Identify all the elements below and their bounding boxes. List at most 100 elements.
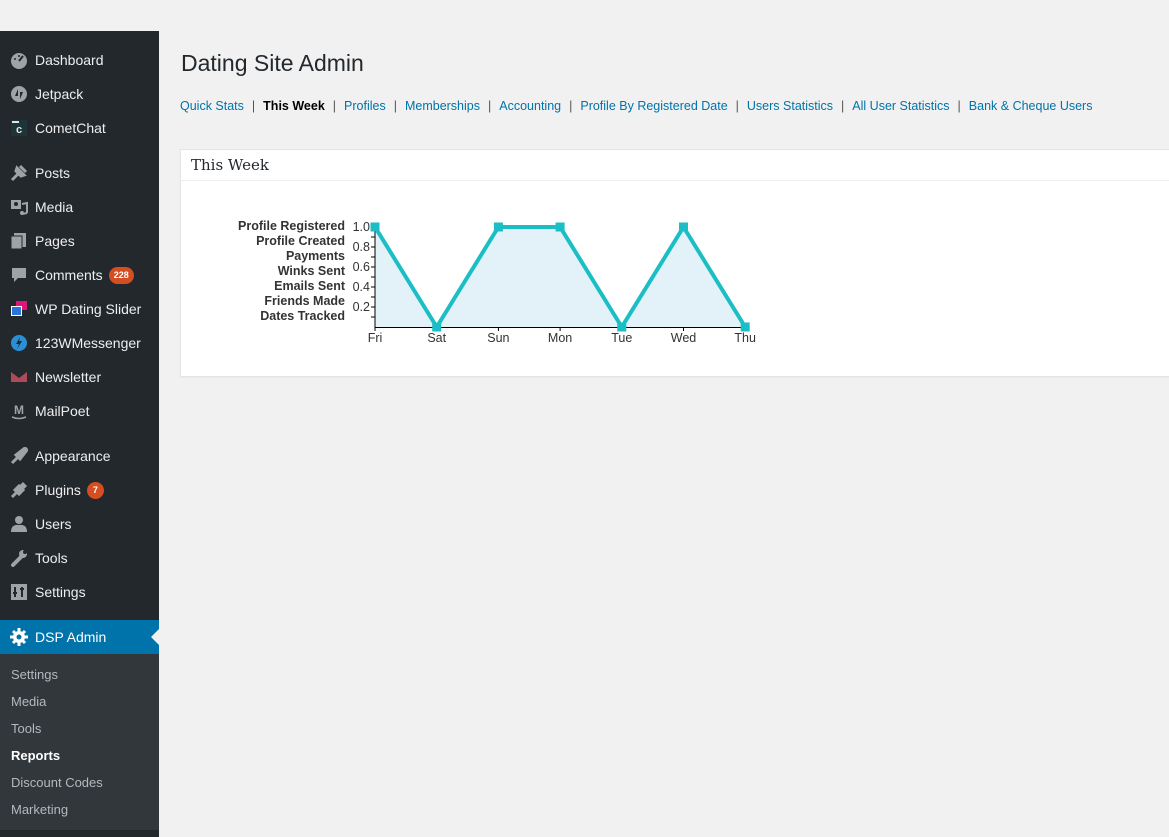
nav-link-profiles[interactable]: Profiles — [344, 99, 386, 113]
menu-item-pages[interactable]: Pages — [0, 224, 159, 258]
menu-item-label: Tools — [35, 550, 68, 566]
menu-item-label: Users — [35, 516, 72, 532]
nav-link-all-user-statistics[interactable]: All User Statistics — [852, 99, 949, 113]
count-badge: 7 — [86, 481, 104, 499]
menu-item-label: Pages — [35, 233, 75, 249]
nav-separator: | — [735, 99, 739, 113]
menu-item-dashboard[interactable]: Dashboard — [0, 43, 159, 77]
menu-item-tools[interactable]: Tools — [0, 541, 159, 575]
series-area — [375, 227, 746, 327]
legend-entry: Profile Registered — [238, 219, 345, 233]
legend-entry: Friends Made — [264, 294, 345, 308]
x-tick-label: Thu — [734, 331, 756, 345]
menu-item-comments[interactable]: Comments 228 — [0, 258, 159, 292]
admin-sidebar: Dashboard Jetpack c CometChat Posts Media Page… — [0, 31, 159, 837]
submenu-item-settings[interactable]: Settings — [0, 661, 159, 688]
menu-item-label: Newsletter — [35, 369, 102, 385]
svg-text:c: c — [15, 124, 21, 136]
menu-item-users[interactable]: Users — [0, 507, 159, 541]
x-tick-label: Mon — [548, 331, 572, 345]
x-tick-label: Tue — [611, 331, 632, 345]
data-point — [555, 222, 565, 232]
pages-icon — [0, 232, 35, 250]
this-week-panel: This Week 0.2 0.4 0.6 0.8 1.0 Fri Sat Sun Mon Tue… — [180, 149, 1169, 377]
menu-item-cometchat[interactable]: c CometChat — [0, 111, 159, 145]
nav-separator: | — [569, 99, 573, 113]
nav-link-this-week[interactable]: This Week — [263, 99, 325, 113]
nav-separator: | — [332, 99, 337, 113]
menu-item-plugins[interactable]: Plugins 7 — [0, 473, 159, 507]
nav-separator: | — [841, 99, 845, 113]
data-point — [432, 322, 442, 332]
page-title: Dating Site Admin — [181, 50, 364, 76]
menu-item-appearance[interactable]: Appearance — [0, 439, 159, 473]
x-tick-label: Sat — [427, 331, 446, 345]
menu-item-label: Media — [35, 199, 74, 215]
submenu-item-marketing[interactable]: Marketing — [0, 796, 159, 823]
menu-item-label: 123WMessenger — [35, 335, 141, 351]
nav-link-users-statistics[interactable]: Users Statistics — [747, 99, 833, 113]
x-tick-label: Sun — [487, 331, 509, 345]
nav-link-accounting[interactable]: Accounting — [499, 99, 561, 113]
this-week-chart: 0.2 0.4 0.6 0.8 1.0 Fri Sat Sun Mon Tue Wed Thu Prof… — [238, 219, 756, 345]
legend-entry: Dates Tracked — [260, 309, 345, 323]
svg-text:M: M — [14, 403, 24, 417]
menu-item-label: DSP Admin — [35, 629, 107, 645]
pin-icon — [0, 164, 35, 182]
menu-item-dsp-admin[interactable]: DSP Admin — [0, 620, 159, 654]
menu-item-label: Posts — [35, 165, 71, 181]
user-icon — [0, 515, 35, 533]
data-point — [370, 222, 380, 232]
data-point — [740, 322, 750, 332]
menu-item-label: Comments — [35, 267, 103, 283]
menu-separator — [0, 145, 159, 156]
dashboard-icon — [0, 51, 35, 69]
menu-item-media[interactable]: Media — [0, 190, 159, 224]
nav-link-profile-by-registered-date[interactable]: Profile By Registered Date — [580, 99, 727, 113]
wrench-icon — [0, 549, 35, 567]
dsp-admin-submenu: Settings Media Tools Reports Discount Codes M… — [0, 654, 159, 830]
menu-separator — [0, 428, 159, 439]
legend-entry: Payments — [286, 249, 345, 263]
menu-item-settings[interactable]: Settings — [0, 575, 159, 609]
nav-link-memberships[interactable]: Memberships — [405, 99, 480, 113]
menu-item-newsletter[interactable]: Newsletter — [0, 360, 159, 394]
legend-entry: Winks Sent — [278, 264, 346, 278]
nav-link-quick-stats[interactable]: Quick Stats — [180, 99, 244, 113]
sliders-icon — [0, 583, 35, 601]
menu-item-123wmessenger[interactable]: 123WMessenger — [0, 326, 159, 360]
menu-item-label: WP Dating Slider — [35, 301, 142, 317]
menu-item-label: Plugins — [35, 482, 81, 498]
nav-link-bank-cheque-users[interactable]: Bank & Cheque Users — [969, 99, 1093, 113]
submenu-item-discount-codes[interactable]: Discount Codes — [0, 769, 159, 796]
legend-entry: Emails Sent — [274, 279, 346, 293]
y-tick-label: 0.2 — [353, 300, 370, 314]
menu-item-label: Appearance — [35, 448, 111, 464]
admin-menu: Dashboard Jetpack c CometChat Posts Media Page… — [0, 31, 159, 830]
nav-separator: | — [393, 99, 397, 113]
menu-item-label: CometChat — [35, 120, 106, 136]
x-tick-label: Wed — [671, 331, 697, 345]
submenu-item-reports[interactable]: Reports — [0, 742, 159, 769]
mailpoet-icon: M — [0, 402, 35, 420]
menu-item-label: Settings — [35, 584, 86, 600]
y-tick-label: 0.4 — [353, 280, 370, 294]
nav-separator: | — [251, 99, 256, 113]
envelope-icon — [0, 368, 35, 386]
menu-item-mailpoet[interactable]: M MailPoet — [0, 394, 159, 428]
data-point — [493, 222, 503, 232]
submenu-item-tools[interactable]: Tools — [0, 715, 159, 742]
menu-item-label: MailPoet — [35, 403, 90, 419]
menu-item-jetpack[interactable]: Jetpack — [0, 77, 159, 111]
y-tick-label: 1.0 — [353, 220, 370, 234]
x-tick-label: Fri — [368, 331, 383, 345]
y-tick-label: 0.8 — [353, 240, 370, 254]
submenu-item-media[interactable]: Media — [0, 688, 159, 715]
brush-icon — [0, 447, 35, 465]
menu-item-posts[interactable]: Posts — [0, 156, 159, 190]
menu-item-wp-dating-slider[interactable]: WP Dating Slider — [0, 292, 159, 326]
data-point — [679, 222, 688, 232]
nav-separator: | — [488, 99, 492, 113]
gear-icon — [0, 628, 35, 646]
nav-separator: | — [957, 99, 961, 113]
